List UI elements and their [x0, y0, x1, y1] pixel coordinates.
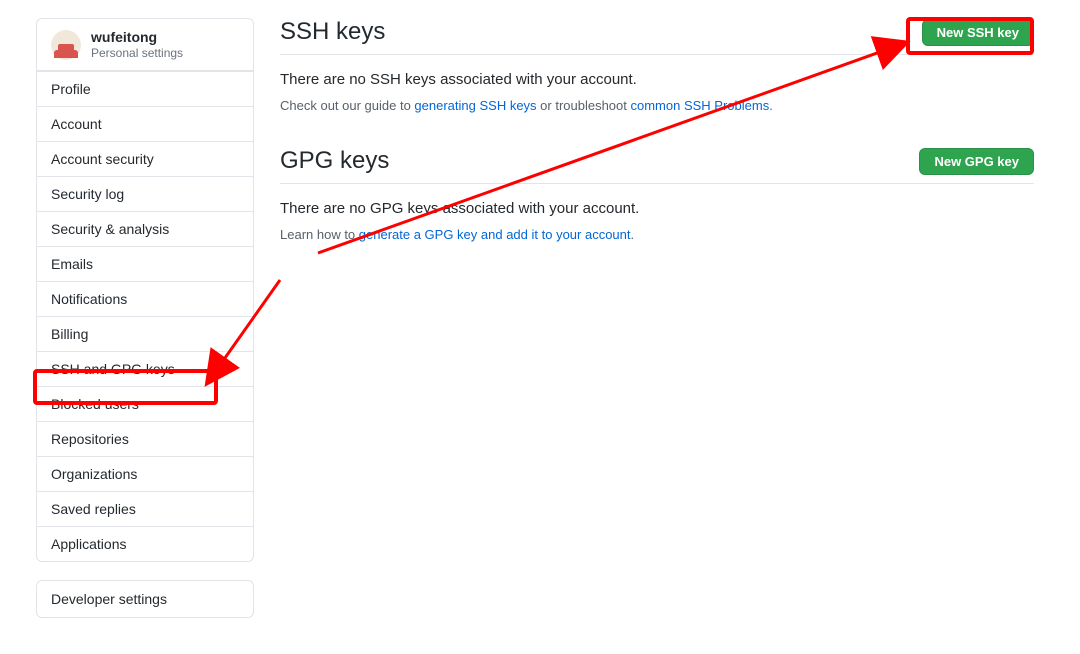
sidebar-item-notifications[interactable]: Notifications	[37, 281, 253, 316]
gpg-heading: GPG keys	[280, 147, 389, 175]
sidebar-item-label: Security log	[51, 186, 124, 202]
sidebar-subtitle: Personal settings	[91, 46, 183, 60]
gpg-section-head: GPG keys New GPG key	[280, 147, 1034, 184]
sidebar-item-profile[interactable]: Profile	[37, 71, 253, 106]
settings-nav: Profile Account Account security Securit…	[36, 71, 254, 562]
gpg-keys-section: GPG keys New GPG key There are no GPG ke…	[280, 147, 1034, 242]
generate-gpg-key-link[interactable]: generate a GPG key and add it to your ac…	[359, 227, 631, 242]
developer-settings-nav: Developer settings	[36, 580, 254, 618]
sidebar-item-label: SSH and GPG keys	[51, 361, 175, 377]
new-ssh-key-button[interactable]: New SSH key	[922, 19, 1034, 46]
ssh-empty-text: There are no SSH keys associated with yo…	[280, 71, 1034, 88]
sidebar-item-label: Account security	[51, 151, 154, 167]
generating-ssh-keys-link[interactable]: generating SSH keys	[414, 98, 536, 113]
sidebar-item-label: Emails	[51, 256, 93, 272]
sidebar-item-label: Organizations	[51, 466, 137, 482]
sidebar-item-label: Account	[51, 116, 102, 132]
ssh-hint-post: .	[769, 98, 773, 113]
gpg-hint-post: .	[631, 227, 635, 242]
sidebar-item-label: Saved replies	[51, 501, 136, 517]
ssh-hint: Check out our guide to generating SSH ke…	[280, 98, 1034, 113]
gpg-hint: Learn how to generate a GPG key and add …	[280, 227, 1034, 242]
ssh-heading: SSH keys	[280, 18, 385, 46]
sidebar-username: wufeitong	[91, 29, 183, 46]
sidebar-item-blocked-users[interactable]: Blocked users	[37, 386, 253, 421]
sidebar-item-developer-settings[interactable]: Developer settings	[37, 581, 253, 617]
sidebar-item-label: Developer settings	[51, 591, 167, 607]
sidebar-item-organizations[interactable]: Organizations	[37, 456, 253, 491]
sidebar-item-repositories[interactable]: Repositories	[37, 421, 253, 456]
ssh-hint-pre: Check out our guide to	[280, 98, 414, 113]
sidebar-item-label: Security & analysis	[51, 221, 169, 237]
sidebar-item-label: Profile	[51, 81, 91, 97]
sidebar-item-security-log[interactable]: Security log	[37, 176, 253, 211]
ssh-keys-section: SSH keys New SSH key There are no SSH ke…	[280, 18, 1034, 113]
main-content: SSH keys New SSH key There are no SSH ke…	[254, 18, 1044, 618]
sidebar-item-label: Repositories	[51, 431, 129, 447]
sidebar-item-billing[interactable]: Billing	[37, 316, 253, 351]
sidebar-item-account[interactable]: Account	[37, 106, 253, 141]
sidebar-item-account-security[interactable]: Account security	[37, 141, 253, 176]
sidebar-item-saved-replies[interactable]: Saved replies	[37, 491, 253, 526]
sidebar-user-header: wufeitong Personal settings	[36, 18, 254, 71]
new-gpg-key-button[interactable]: New GPG key	[919, 148, 1034, 175]
sidebar-item-applications[interactable]: Applications	[37, 526, 253, 561]
sidebar-item-emails[interactable]: Emails	[37, 246, 253, 281]
sidebar-item-label: Blocked users	[51, 396, 139, 412]
sidebar-item-label: Applications	[51, 536, 127, 552]
avatar	[51, 30, 81, 60]
ssh-hint-mid: or troubleshoot	[537, 98, 631, 113]
ssh-section-head: SSH keys New SSH key	[280, 18, 1034, 55]
common-ssh-problems-link[interactable]: common SSH Problems	[631, 98, 770, 113]
sidebar-item-label: Billing	[51, 326, 88, 342]
settings-sidebar: wufeitong Personal settings Profile Acco…	[36, 18, 254, 618]
sidebar-item-ssh-gpg-keys[interactable]: SSH and GPG keys	[37, 351, 253, 386]
gpg-empty-text: There are no GPG keys associated with yo…	[280, 200, 1034, 217]
gpg-hint-pre: Learn how to	[280, 227, 359, 242]
sidebar-item-security-analysis[interactable]: Security & analysis	[37, 211, 253, 246]
sidebar-item-label: Notifications	[51, 291, 127, 307]
